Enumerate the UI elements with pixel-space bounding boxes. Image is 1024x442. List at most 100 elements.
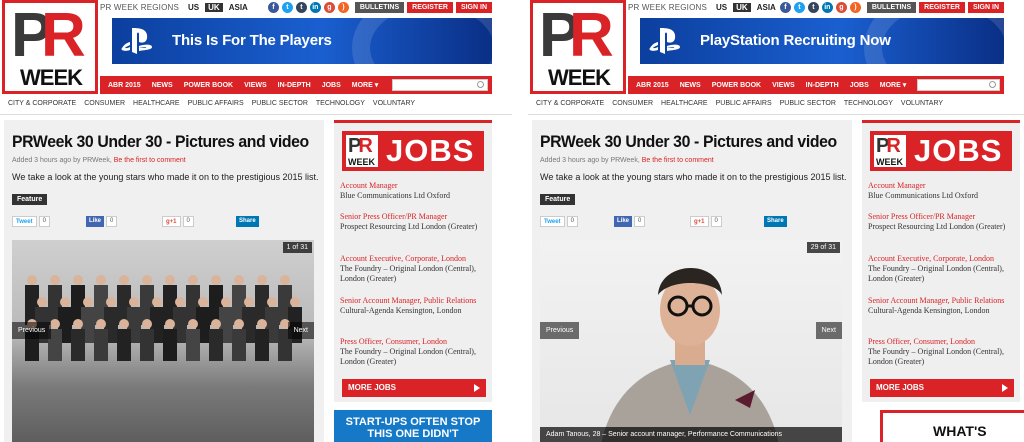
feature-tag[interactable]: Feature	[12, 194, 48, 205]
nav-item-jobs[interactable]: JOBS	[850, 82, 869, 89]
gallery-prev-button[interactable]: Previous	[540, 322, 580, 339]
search-input[interactable]: Search	[392, 79, 488, 91]
twitter-icon[interactable]: t	[793, 1, 805, 13]
sector-public-affairs[interactable]: PUBLIC AFFAIRS	[188, 100, 244, 107]
linkedin-icon[interactable]: in	[309, 1, 321, 13]
sector-healthcare[interactable]: HEALTHCARE	[661, 100, 708, 107]
feature-tag[interactable]: Feature	[540, 194, 576, 205]
gallery-prev-button[interactable]: Previous	[12, 322, 52, 339]
tweet-button[interactable]: Tweet	[540, 216, 565, 227]
like-button[interactable]: Like	[614, 216, 633, 227]
promo-banner[interactable]: WHAT'S YOUR	[880, 410, 1024, 442]
googleplus-share[interactable]: g+1 0	[690, 216, 722, 227]
register-button[interactable]: REGISTER	[407, 1, 453, 13]
promo-banner[interactable]: START-UPS OFTEN STOP THIS ONE DIDN'T	[334, 410, 492, 442]
tweet-button[interactable]: Tweet	[12, 216, 37, 227]
nav-item-more[interactable]: MORE ▾	[352, 81, 378, 89]
sector-consumer[interactable]: CONSUMER	[612, 100, 653, 107]
search-icon[interactable]	[989, 81, 996, 88]
sector-technology[interactable]: TECHNOLOGY	[844, 100, 893, 107]
tumblr-icon[interactable]: t	[295, 1, 307, 13]
advert-banner[interactable]: PlayStation Recruiting Now	[640, 18, 1004, 64]
tumblr-icon[interactable]: t	[807, 1, 819, 13]
search-input[interactable]: Search	[917, 79, 1000, 91]
sector-technology[interactable]: TECHNOLOGY	[316, 100, 365, 107]
twitter-icon[interactable]: t	[281, 1, 293, 13]
job-item[interactable]: Account Manager Blue Communications Ltd O…	[340, 181, 490, 201]
region-asia[interactable]: ASIA	[757, 3, 776, 12]
nav-item-news[interactable]: NEWS	[152, 82, 173, 89]
sign-in-button[interactable]: SIGN IN	[455, 1, 492, 13]
googleplus-icon[interactable]: g	[323, 1, 335, 13]
gplus-button[interactable]: g+1	[690, 216, 709, 227]
sector-public-sector[interactable]: PUBLIC SECTOR	[252, 100, 308, 107]
facebook-icon[interactable]: f	[267, 1, 279, 13]
linkedin-button[interactable]: Share	[764, 216, 787, 227]
like-button[interactable]: Like	[86, 216, 105, 227]
region-us[interactable]: US	[716, 3, 727, 12]
facebook-share[interactable]: Like 0	[614, 216, 646, 227]
job-item[interactable]: Senior Press Officer/PR Manager Prospect …	[340, 212, 490, 232]
job-title[interactable]: Press Officer, Consumer, London	[340, 337, 490, 347]
meta-author[interactable]: PRWeek	[610, 157, 637, 164]
job-item[interactable]: Senior Account Manager, Public Relations…	[340, 296, 490, 316]
nav-item-jobs[interactable]: JOBS	[322, 82, 341, 89]
nav-item-views[interactable]: VIEWS	[244, 82, 267, 89]
job-item[interactable]: Account Executive, Corporate, London The …	[868, 254, 1018, 284]
job-item[interactable]: Account Executive, Corporate, London The …	[340, 254, 490, 284]
prweek-logo[interactable]: PR WEEK	[530, 0, 626, 94]
job-title[interactable]: Account Manager	[868, 181, 1018, 191]
googleplus-icon[interactable]: g	[835, 1, 847, 13]
more-jobs-button[interactable]: MORE JOBS	[870, 379, 1014, 397]
region-uk[interactable]: UK	[205, 2, 223, 12]
sector-city-corporate[interactable]: CITY & CORPORATE	[536, 100, 604, 107]
bulletins-button[interactable]: BULLETINS	[866, 1, 917, 13]
meta-author[interactable]: PRWeek	[82, 157, 109, 164]
job-title[interactable]: Account Executive, Corporate, London	[868, 254, 1018, 264]
tweet-share[interactable]: Tweet 0	[12, 216, 50, 227]
job-title[interactable]: Account Manager	[340, 181, 490, 191]
region-uk[interactable]: UK	[733, 2, 751, 12]
job-item[interactable]: Account Manager Blue Communications Ltd O…	[868, 181, 1018, 201]
nav-item-power-book[interactable]: POWER BOOK	[184, 82, 233, 89]
nav-item-power-book[interactable]: POWER BOOK	[712, 82, 761, 89]
job-title[interactable]: Senior Account Manager, Public Relations	[340, 296, 490, 306]
rss-icon[interactable]: )	[337, 1, 349, 13]
linkedin-share[interactable]: Share	[236, 216, 259, 227]
sector-healthcare[interactable]: HEALTHCARE	[133, 100, 180, 107]
photo-gallery[interactable]: 1 of 31 Previous Next	[12, 240, 314, 442]
nav-item-abr2015[interactable]: ABR 2015	[108, 82, 141, 89]
jobs-header[interactable]: PR WEEK JOBS	[870, 131, 1012, 171]
nav-item-views[interactable]: VIEWS	[772, 82, 795, 89]
sector-public-sector[interactable]: PUBLIC SECTOR	[780, 100, 836, 107]
rss-icon[interactable]: )	[849, 1, 861, 13]
job-title[interactable]: Senior Account Manager, Public Relations	[868, 296, 1018, 306]
job-title[interactable]: Press Officer, Consumer, London	[868, 337, 1018, 347]
sector-public-affairs[interactable]: PUBLIC AFFAIRS	[716, 100, 772, 107]
job-title[interactable]: Senior Press Officer/PR Manager	[340, 212, 490, 222]
nav-item-news[interactable]: NEWS	[680, 82, 701, 89]
facebook-icon[interactable]: f	[779, 1, 791, 13]
job-item[interactable]: Press Officer, Consumer, London The Found…	[868, 337, 1018, 367]
prweek-logo[interactable]: PR WEEK	[2, 0, 98, 94]
sector-voluntary[interactable]: VOLUNTARY	[901, 100, 943, 107]
job-item[interactable]: Press Officer, Consumer, London The Found…	[340, 337, 490, 367]
nav-item-more[interactable]: MORE ▾	[880, 81, 906, 89]
sector-voluntary[interactable]: VOLUNTARY	[373, 100, 415, 107]
comment-link[interactable]: Be the first to comment	[114, 157, 186, 164]
sector-consumer[interactable]: CONSUMER	[84, 100, 125, 107]
job-title[interactable]: Account Executive, Corporate, London	[340, 254, 490, 264]
gallery-next-button[interactable]: Next	[815, 322, 842, 339]
linkedin-share[interactable]: Share	[764, 216, 787, 227]
photo-gallery[interactable]: 29 of 31 Previous Next Adam Tanous, 28 –…	[540, 240, 842, 442]
gplus-button[interactable]: g+1	[162, 216, 181, 227]
register-button[interactable]: REGISTER	[919, 1, 965, 13]
nav-item-in-depth[interactable]: IN-DEPTH	[806, 82, 839, 89]
googleplus-share[interactable]: g+1 0	[162, 216, 194, 227]
nav-item-in-depth[interactable]: IN-DEPTH	[278, 82, 311, 89]
job-item[interactable]: Senior Press Officer/PR Manager Prospect …	[868, 212, 1018, 232]
sector-city-corporate[interactable]: CITY & CORPORATE	[8, 100, 76, 107]
linkedin-button[interactable]: Share	[236, 216, 259, 227]
sign-in-button[interactable]: SIGN IN	[967, 1, 1004, 13]
comment-link[interactable]: Be the first to comment	[642, 157, 714, 164]
